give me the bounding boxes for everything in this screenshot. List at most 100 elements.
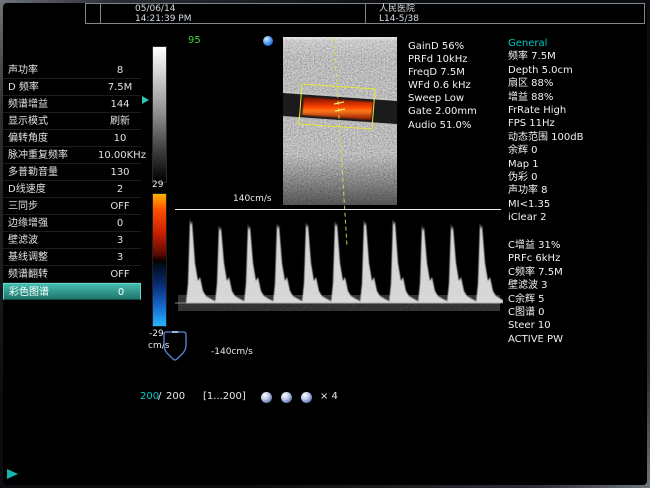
- param-label: 频谱翻转: [8, 266, 48, 283]
- status-line: 壁滤波 3: [508, 279, 563, 292]
- param-row-wall-filter[interactable]: 壁滤波 3: [3, 232, 141, 249]
- status-line: C图谱 0: [508, 306, 563, 319]
- param-label: 边缘增强: [8, 215, 48, 232]
- param-label: 三同步: [8, 198, 38, 215]
- param-value: 10.00KHz: [98, 147, 142, 164]
- param-label: D线速度: [8, 181, 46, 198]
- status-line: Steer 10: [508, 319, 563, 332]
- cine-frame-separator: /: [158, 391, 161, 402]
- status-line: C增益 31%: [508, 239, 563, 252]
- param-value: OFF: [98, 266, 142, 283]
- param-row-d-sweep-speed[interactable]: D线速度 2: [3, 181, 141, 198]
- datetime-cell: 05/06/14 14:21:39 PM: [101, 4, 366, 23]
- param-label: 显示模式: [8, 113, 48, 130]
- velocity-scale-bottom: -140cm/s: [211, 347, 253, 357]
- cine-next-button[interactable]: [301, 392, 312, 403]
- spectral-doppler-display: [173, 205, 503, 360]
- status-line: 动态范围 100dB: [508, 131, 583, 144]
- ultrasound-screen: 05/06/14 14:21:39 PM 人民医院 L14-5/38 声功率 8…: [0, 0, 650, 488]
- overlay-line: Sweep Low: [408, 92, 477, 105]
- param-value: 0: [99, 284, 143, 301]
- param-value: 130: [98, 164, 142, 181]
- param-value: 3: [98, 232, 142, 249]
- status-line: 扇区 88%: [508, 77, 583, 90]
- param-label: 多普勒音量: [8, 164, 58, 181]
- param-row-prf[interactable]: 脉冲重复频率 10.00KHz: [3, 147, 141, 164]
- grayscale-bar: [152, 46, 167, 183]
- param-value: 0: [98, 215, 142, 232]
- cine-speed-multiplier: × 4: [320, 391, 338, 402]
- hospital-cell: 人民医院 L14-5/38: [366, 4, 644, 23]
- param-label: 彩色图谱: [9, 284, 49, 301]
- status-line: C频率 7.5M: [508, 266, 563, 279]
- indicator-ball-icon: [263, 36, 273, 46]
- overlay-line: FreqD 7.5M: [408, 66, 477, 79]
- param-label: 壁滤波: [8, 232, 38, 249]
- status-line: 余辉 0: [508, 144, 583, 157]
- body-marker-icon[interactable]: [160, 329, 190, 363]
- color-doppler-bar: [152, 193, 167, 327]
- param-row-display-mode[interactable]: 显示模式 刷新: [3, 113, 141, 130]
- parameter-panel: 声功率 8 D 频率 7.5M 频谱增益 144 显示模式 刷新 偏转角度 10…: [3, 62, 141, 300]
- param-label: 脉冲重复频率: [8, 147, 68, 164]
- param-row-steer-angle[interactable]: 偏转角度 10: [3, 130, 141, 147]
- param-row-color-map-selected[interactable]: 彩色图谱 0: [3, 283, 141, 300]
- status-line: Map 1: [508, 158, 583, 171]
- corner-logo-icon: [6, 468, 20, 480]
- param-label: 声功率: [8, 62, 38, 79]
- param-value: 10: [98, 130, 142, 147]
- param-row-edge-enhance[interactable]: 边缘增强 0: [3, 215, 141, 232]
- status-panel-color-pw: C增益 31% PRFc 6kHz C频率 7.5M 壁滤波 3 C余辉 5 C…: [508, 239, 563, 346]
- doppler-settings-overlay: GainD 56% PRFd 10kHz FreqD 7.5M WFd 0.6 …: [408, 40, 477, 132]
- param-label: 基线调整: [8, 249, 48, 266]
- status-line: 声功率 8: [508, 184, 583, 197]
- cine-frame-total: 200: [166, 391, 185, 402]
- focus-marker-icon: [142, 96, 149, 104]
- header-spacer-cell: [86, 4, 101, 23]
- param-value: 刷新: [98, 113, 142, 130]
- status-panel-b-mode: General 频率 7.5M Depth 5.0cm 扇区 88% 增益 88…: [508, 37, 583, 225]
- status-line: FrRate High: [508, 104, 583, 117]
- status-line: ACTIVE PW: [508, 333, 563, 346]
- status-line: 伪彩 0: [508, 171, 583, 184]
- param-value: 2: [98, 181, 142, 198]
- param-row-doppler-volume[interactable]: 多普勒音量 130: [3, 164, 141, 181]
- time-text: 14:21:39 PM: [135, 15, 365, 25]
- param-label: 频谱增益: [8, 96, 48, 113]
- depth-shading: [283, 37, 397, 205]
- param-row-spectrum-invert[interactable]: 频谱翻转 OFF: [3, 266, 141, 283]
- overlay-line: GainD 56%: [408, 40, 477, 53]
- param-value: 8: [98, 62, 142, 79]
- overlay-line: Audio 51.0%: [408, 119, 477, 132]
- overlay-line: PRFd 10kHz: [408, 53, 477, 66]
- param-row-acoustic-power[interactable]: 声功率 8: [3, 62, 141, 79]
- param-label: D 频率: [8, 79, 39, 96]
- param-value: OFF: [98, 198, 142, 215]
- display-content: 05/06/14 14:21:39 PM 人民医院 L14-5/38 声功率 8…: [0, 0, 650, 488]
- param-row-baseline[interactable]: 基线调整 3: [3, 249, 141, 266]
- param-value: 7.5M: [98, 79, 142, 96]
- param-value: 3: [98, 249, 142, 266]
- cine-frame-current: 200: [140, 391, 159, 402]
- cine-prev-button[interactable]: [261, 392, 272, 403]
- param-row-triplex[interactable]: 三同步 OFF: [3, 198, 141, 215]
- b-mode-image: [283, 37, 397, 205]
- status-line: MI<1.35: [508, 198, 583, 211]
- status-line: 增益 88%: [508, 91, 583, 104]
- overlay-line: WFd 0.6 kHz: [408, 79, 477, 92]
- cine-play-button[interactable]: [281, 392, 292, 403]
- velocity-scale-top: 140cm/s: [233, 194, 272, 204]
- preset-title: General: [508, 37, 583, 50]
- color-scale-top: 29: [152, 180, 163, 190]
- status-line: iClear 2: [508, 211, 583, 224]
- status-line: Depth 5.0cm: [508, 64, 583, 77]
- header-bar: 05/06/14 14:21:39 PM 人民医院 L14-5/38: [85, 3, 645, 24]
- param-row-spectral-gain[interactable]: 频谱增益 144: [3, 96, 141, 113]
- param-row-d-frequency[interactable]: D 频率 7.5M: [3, 79, 141, 96]
- probe-label: L14-5/38: [379, 15, 644, 25]
- cine-frame-range: [1...200]: [203, 391, 246, 402]
- param-value: 144: [98, 96, 142, 113]
- b-gain-readout: 95: [188, 35, 201, 46]
- status-line: PRFc 6kHz: [508, 252, 563, 265]
- param-label: 偏转角度: [8, 130, 48, 147]
